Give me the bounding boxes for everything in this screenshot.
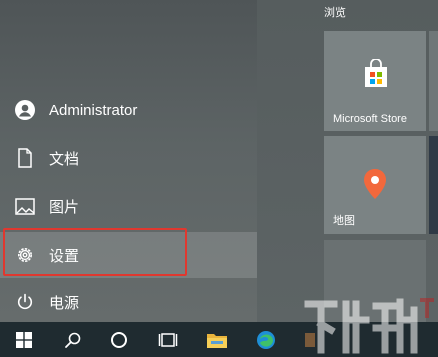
cortana-button[interactable] bbox=[102, 322, 136, 357]
power-button[interactable]: 电源 bbox=[0, 279, 257, 322]
maps-tile-label: 地图 bbox=[333, 215, 355, 227]
partial-tile[interactable] bbox=[429, 31, 438, 131]
file-explorer-button[interactable] bbox=[200, 322, 234, 357]
partial-photo-tile[interactable] bbox=[429, 136, 438, 234]
watermark-logo bbox=[304, 298, 434, 354]
settings-label: 设置 bbox=[49, 247, 80, 265]
task-view-icon bbox=[158, 332, 178, 347]
power-icon bbox=[14, 291, 36, 313]
search-button[interactable] bbox=[56, 322, 90, 357]
store-tile-label: Microsoft Store bbox=[333, 113, 407, 125]
start-button[interactable] bbox=[0, 322, 48, 357]
documents-label: 文档 bbox=[49, 150, 80, 168]
edge-browser-icon bbox=[257, 330, 275, 349]
maps-tile[interactable]: 地图 bbox=[324, 136, 426, 234]
windows-start-icon bbox=[16, 331, 32, 348]
pictures-label: 图片 bbox=[49, 198, 80, 216]
pictures-icon bbox=[14, 195, 36, 217]
power-label: 电源 bbox=[49, 294, 80, 312]
user-name: Administrator bbox=[49, 101, 138, 119]
task-view-button[interactable] bbox=[151, 322, 185, 357]
user-icon bbox=[14, 99, 36, 121]
settings-button[interactable]: 设置 bbox=[0, 232, 257, 278]
documents-button[interactable]: 文档 bbox=[0, 135, 257, 181]
start-menu: Administrator 文档 图片 设置 电源 浏览 Microsoft S… bbox=[0, 0, 438, 322]
settings-gear-icon bbox=[14, 244, 36, 266]
pictures-button[interactable]: 图片 bbox=[0, 183, 257, 229]
store-bag-icon bbox=[365, 59, 387, 87]
microsoft-store-tile[interactable]: Microsoft Store bbox=[324, 31, 426, 131]
file-explorer-icon bbox=[207, 333, 227, 348]
tile-group-label: 浏览 bbox=[324, 7, 346, 19]
start-left-rail: Administrator 文档 图片 设置 电源 bbox=[0, 0, 299, 322]
search-icon bbox=[65, 332, 81, 348]
cortana-circle-icon bbox=[111, 331, 127, 348]
user-account-button[interactable]: Administrator bbox=[0, 87, 257, 133]
document-icon bbox=[14, 147, 36, 169]
map-pin-icon bbox=[364, 169, 386, 199]
edge-browser-button[interactable] bbox=[249, 322, 283, 357]
